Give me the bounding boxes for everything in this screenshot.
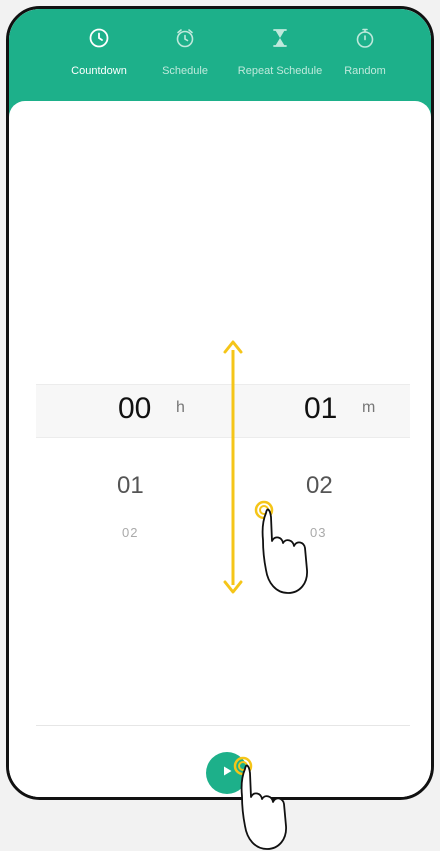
- hours-after[interactable]: 02: [122, 525, 138, 540]
- minutes-unit: m: [362, 399, 376, 416]
- stopwatch-icon: [352, 25, 378, 51]
- divider: [36, 725, 410, 726]
- alarm-clock-icon: [172, 25, 198, 51]
- hourglass-icon: [267, 25, 293, 51]
- tab-random[interactable]: Random: [335, 25, 395, 95]
- clock-icon: [86, 25, 112, 51]
- minutes-after[interactable]: 03: [310, 525, 326, 540]
- minutes-selected[interactable]: 01: [304, 392, 337, 426]
- phone-frame: Countdown Schedule Repeat Schedule Rando…: [6, 6, 434, 800]
- tab-countdown[interactable]: Countdown: [69, 25, 129, 95]
- hours-selected[interactable]: 00: [118, 392, 151, 426]
- hours-next[interactable]: 01: [117, 472, 144, 500]
- tab-label: Countdown: [71, 65, 127, 77]
- play-button[interactable]: [206, 752, 248, 794]
- tab-bar: Countdown Schedule Repeat Schedule Rando…: [9, 9, 431, 104]
- content-card: [9, 101, 431, 797]
- tab-label: Repeat Schedule: [237, 65, 323, 77]
- tab-repeat-schedule[interactable]: Repeat Schedule: [235, 25, 325, 95]
- play-icon: [220, 764, 234, 783]
- tab-label: Random: [344, 65, 386, 77]
- hours-unit: h: [176, 399, 185, 416]
- tab-label: Schedule: [162, 65, 208, 77]
- tab-schedule[interactable]: Schedule: [155, 25, 215, 95]
- selection-band: [36, 384, 410, 438]
- minutes-next[interactable]: 02: [306, 472, 333, 500]
